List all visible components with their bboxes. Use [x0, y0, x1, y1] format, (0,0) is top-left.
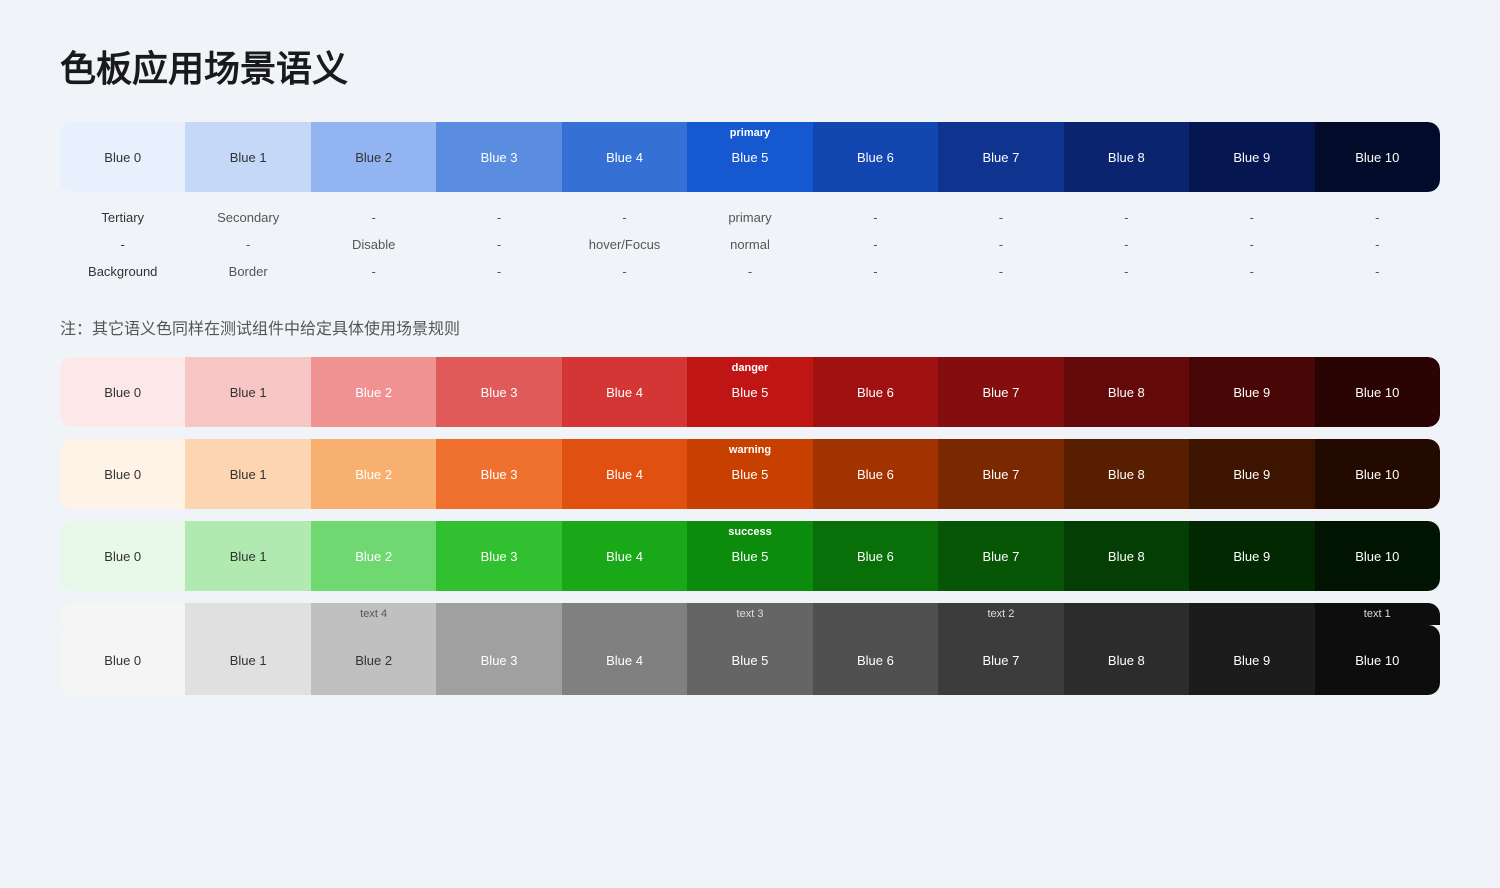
success-cell-8: Blue 8 [1064, 521, 1189, 591]
neutral-cell-3: Blue 3 [436, 625, 561, 695]
success-palette-wrapper: Blue 0 Blue 1 Blue 2 Blue 3 Blue 4 succe… [60, 521, 1440, 591]
danger-cell-5: danger Blue 5 [687, 357, 812, 427]
sem-normal: normal [687, 231, 812, 258]
success-cell-2: Blue 2 [311, 521, 436, 591]
note-text: 注：其它语义色同样在测试组件中给定具体使用场景规则 [60, 315, 1440, 339]
neutral-palette-wrapper: text 4 text 3 text 2 text 1 Blue 0 Blue … [60, 603, 1440, 695]
neutral-cell-2: Blue 2 [311, 625, 436, 695]
neutral-cell-10: Blue 10 [1315, 625, 1440, 695]
danger-cell-9: Blue 9 [1189, 357, 1314, 427]
neutral-cell-6: Blue 6 [813, 625, 938, 695]
warning-cell-6: Blue 6 [813, 439, 938, 509]
warning-cell-5: warning Blue 5 [687, 439, 812, 509]
blue-cell-5: primary Blue 5 [687, 122, 812, 192]
success-cell-7: Blue 7 [938, 521, 1063, 591]
neutral-cell-5: Blue 5 [687, 625, 812, 695]
neutral-palette-row: Blue 0 Blue 1 Blue 2 Blue 3 Blue 4 Blue … [60, 625, 1440, 695]
danger-cell-4: Blue 4 [562, 357, 687, 427]
semantics-table: Tertiary Secondary - - - primary - - - -… [60, 204, 1440, 285]
danger-cell-10: Blue 10 [1315, 357, 1440, 427]
neutral-cell-9: Blue 9 [1189, 625, 1314, 695]
success-cell-9: Blue 9 [1189, 521, 1314, 591]
sem-background: Background [60, 258, 185, 285]
danger-cell-1: Blue 1 [185, 357, 310, 427]
semantics-row-2: - - Disable - hover/Focus normal - - - -… [60, 231, 1440, 258]
neutral-cell-1: Blue 1 [185, 625, 310, 695]
blue-palette-row: Blue 0 Blue 1 Blue 2 Blue 3 Blue 4 prima… [60, 122, 1440, 192]
warning-cell-3: Blue 3 [436, 439, 561, 509]
danger-cell-7: Blue 7 [938, 357, 1063, 427]
warning-cell-7: Blue 7 [938, 439, 1063, 509]
success-cell-4: Blue 4 [562, 521, 687, 591]
neutral-cell-8: Blue 8 [1064, 625, 1189, 695]
blue-cell-1: Blue 1 [185, 122, 310, 192]
blue-cell-4: Blue 4 [562, 122, 687, 192]
success-cell-0: Blue 0 [60, 521, 185, 591]
warning-cell-8: Blue 8 [1064, 439, 1189, 509]
warning-palette-row: Blue 0 Blue 1 Blue 2 Blue 3 Blue 4 warni… [60, 439, 1440, 509]
danger-palette-wrapper: Blue 0 Blue 1 Blue 2 Blue 3 Blue 4 dange… [60, 357, 1440, 427]
danger-cell-8: Blue 8 [1064, 357, 1189, 427]
warning-cell-9: Blue 9 [1189, 439, 1314, 509]
danger-cell-2: Blue 2 [311, 357, 436, 427]
blue-cell-9: Blue 9 [1189, 122, 1314, 192]
warning-cell-4: Blue 4 [562, 439, 687, 509]
danger-cell-6: Blue 6 [813, 357, 938, 427]
semantics-row-1: Tertiary Secondary - - - primary - - - -… [60, 204, 1440, 231]
success-cell-3: Blue 3 [436, 521, 561, 591]
sem-hover: hover/Focus [562, 231, 687, 258]
blue-cell-3: Blue 3 [436, 122, 561, 192]
warning-cell-1: Blue 1 [185, 439, 310, 509]
danger-palette-row: Blue 0 Blue 1 Blue 2 Blue 3 Blue 4 dange… [60, 357, 1440, 427]
sem-border: Border [185, 258, 310, 285]
blue-cell-6: Blue 6 [813, 122, 938, 192]
warning-cell-2: Blue 2 [311, 439, 436, 509]
neutral-cell-0: Blue 0 [60, 625, 185, 695]
page-title: 色板应用场景语义 [60, 40, 1440, 92]
sem-secondary: Secondary [185, 204, 310, 231]
neutral-cell-4: Blue 4 [562, 625, 687, 695]
warning-cell-0: Blue 0 [60, 439, 185, 509]
blue-cell-7: Blue 7 [938, 122, 1063, 192]
neutral-cell-7: Blue 7 [938, 625, 1063, 695]
blue-cell-8: Blue 8 [1064, 122, 1189, 192]
warning-cell-10: Blue 10 [1315, 439, 1440, 509]
blue-cell-0: Blue 0 [60, 122, 185, 192]
semantics-row-3: Background Border - - - - - - - - - [60, 258, 1440, 285]
blue-cell-10: Blue 10 [1315, 122, 1440, 192]
danger-cell-0: Blue 0 [60, 357, 185, 427]
success-cell-5: success Blue 5 [687, 521, 812, 591]
success-cell-1: Blue 1 [185, 521, 310, 591]
success-palette-row: Blue 0 Blue 1 Blue 2 Blue 3 Blue 4 succe… [60, 521, 1440, 591]
success-cell-10: Blue 10 [1315, 521, 1440, 591]
neutral-text-labels: text 4 text 3 text 2 text 1 [60, 603, 1440, 625]
success-cell-6: Blue 6 [813, 521, 938, 591]
sem-tertiary: Tertiary [60, 204, 185, 231]
blue-palette-section: Blue 0 Blue 1 Blue 2 Blue 3 Blue 4 prima… [60, 122, 1440, 285]
warning-palette-wrapper: Blue 0 Blue 1 Blue 2 Blue 3 Blue 4 warni… [60, 439, 1440, 509]
blue-cell-2: Blue 2 [311, 122, 436, 192]
sem-disable: Disable [311, 231, 436, 258]
sem-primary: primary [687, 204, 812, 231]
danger-cell-3: Blue 3 [436, 357, 561, 427]
